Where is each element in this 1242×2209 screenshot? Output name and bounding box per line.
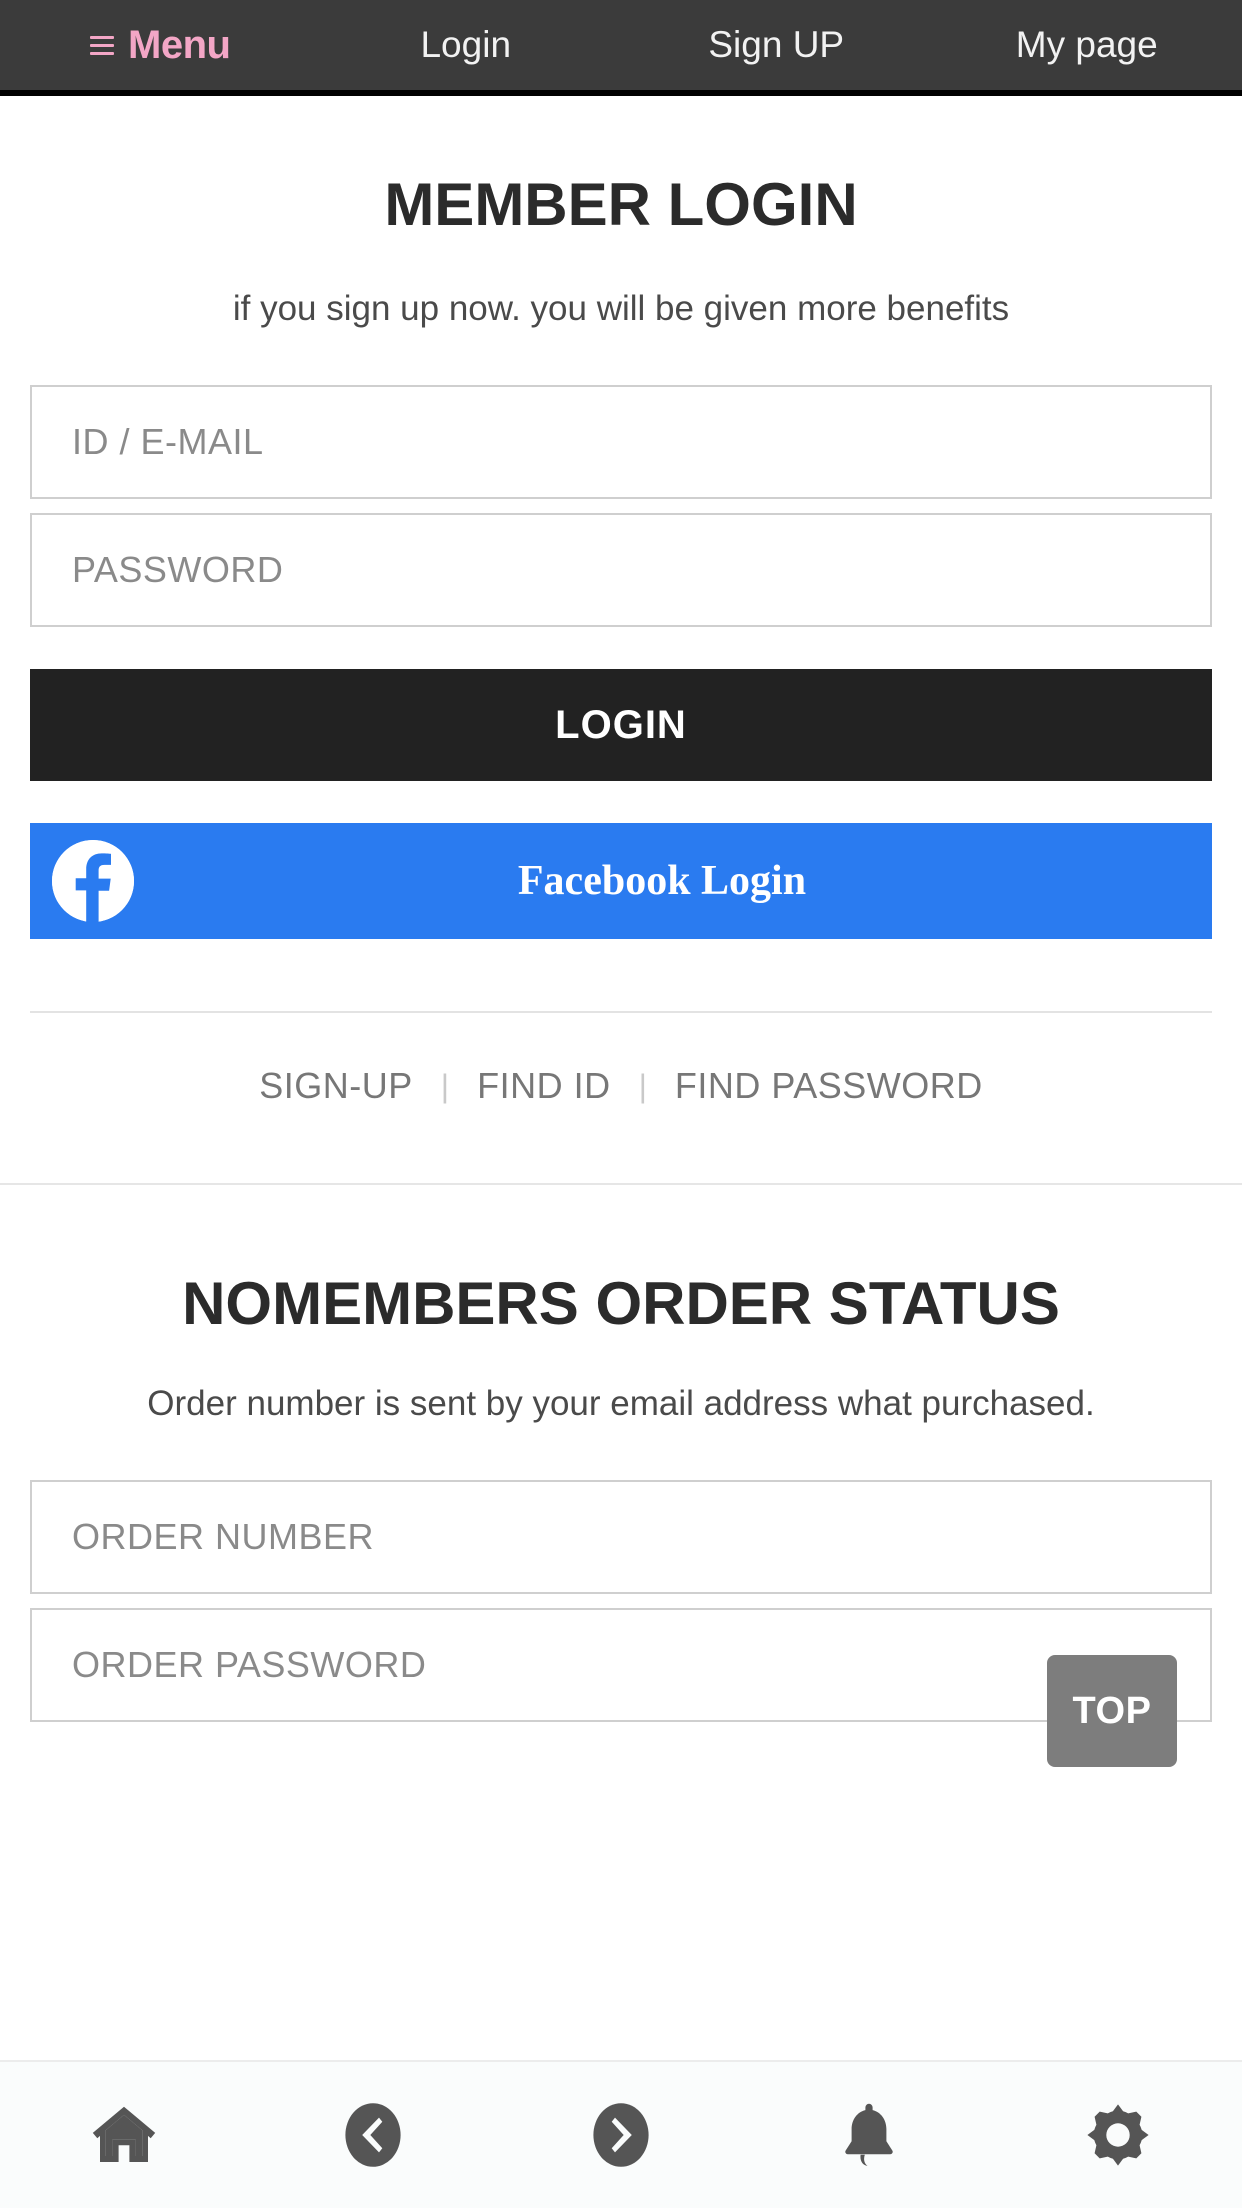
facebook-login-label: Facebook Login (30, 857, 1212, 905)
id-email-placeholder: ID / E-MAIL (72, 421, 264, 463)
bottom-nav-home[interactable] (0, 2061, 248, 2209)
id-email-input[interactable]: ID / E-MAIL (30, 385, 1212, 499)
top-navigation-bar: Menu Login Sign UP My page (0, 0, 1242, 96)
forward-circle-icon (585, 2099, 657, 2171)
order-status-title: NOMEMBERS ORDER STATUS (30, 1269, 1212, 1338)
bottom-nav-settings[interactable] (994, 2061, 1242, 2209)
facebook-icon (52, 840, 134, 922)
hamburger-icon (90, 36, 114, 55)
nav-item-login-label: Login (420, 24, 511, 66)
auth-links-row: SIGN-UP | FIND ID | FIND PASSWORD (30, 1065, 1212, 1107)
link-sign-up[interactable]: SIGN-UP (245, 1065, 427, 1107)
login-button[interactable]: LOGIN (30, 669, 1212, 781)
nav-item-mypage-label: My page (1016, 24, 1158, 66)
link-find-id[interactable]: FIND ID (463, 1065, 625, 1107)
link-find-password[interactable]: FIND PASSWORD (661, 1065, 997, 1107)
link-separator-2: | (625, 1068, 661, 1105)
links-divider (30, 1011, 1212, 1013)
link-separator-1: | (427, 1068, 463, 1105)
password-input[interactable]: PASSWORD (30, 513, 1212, 627)
bottom-nav-back[interactable] (248, 2061, 496, 2209)
back-circle-icon (337, 2099, 409, 2171)
order-password-input[interactable]: ORDER PASSWORD (30, 1608, 1212, 1722)
menu-button[interactable]: Menu (0, 0, 311, 93)
order-number-input[interactable]: ORDER NUMBER (30, 1480, 1212, 1594)
password-placeholder: PASSWORD (72, 549, 283, 591)
login-fields: ID / E-MAIL PASSWORD (30, 385, 1212, 627)
gear-icon (1082, 2099, 1154, 2171)
nav-item-login[interactable]: Login (311, 0, 622, 93)
nav-item-signup-label: Sign UP (708, 24, 844, 66)
bottom-nav-forward[interactable] (497, 2061, 745, 2209)
facebook-login-button[interactable]: Facebook Login (30, 823, 1212, 939)
menu-label: Menu (128, 23, 230, 68)
order-status-subtitle: Order number is sent by your email addre… (30, 1384, 1212, 1424)
order-password-placeholder: ORDER PASSWORD (72, 1644, 426, 1686)
section-divider (0, 1183, 1242, 1185)
main-content: MEMBER LOGIN if you sign up now. you wil… (0, 102, 1242, 1722)
nav-item-mypage[interactable]: My page (932, 0, 1242, 93)
bottom-nav-notifications[interactable] (745, 2061, 993, 2209)
nav-item-signup[interactable]: Sign UP (621, 0, 932, 93)
page-subtitle: if you sign up now. you will be given mo… (30, 289, 1212, 329)
home-icon (88, 2099, 160, 2171)
order-number-placeholder: ORDER NUMBER (72, 1516, 374, 1558)
bell-icon (833, 2099, 905, 2171)
page-title: MEMBER LOGIN (30, 170, 1212, 239)
order-fields: ORDER NUMBER ORDER PASSWORD (30, 1480, 1212, 1722)
member-login-section: MEMBER LOGIN if you sign up now. you wil… (0, 170, 1242, 1107)
scroll-to-top-button[interactable]: TOP (1047, 1655, 1177, 1767)
bottom-navigation-bar (0, 2060, 1242, 2208)
